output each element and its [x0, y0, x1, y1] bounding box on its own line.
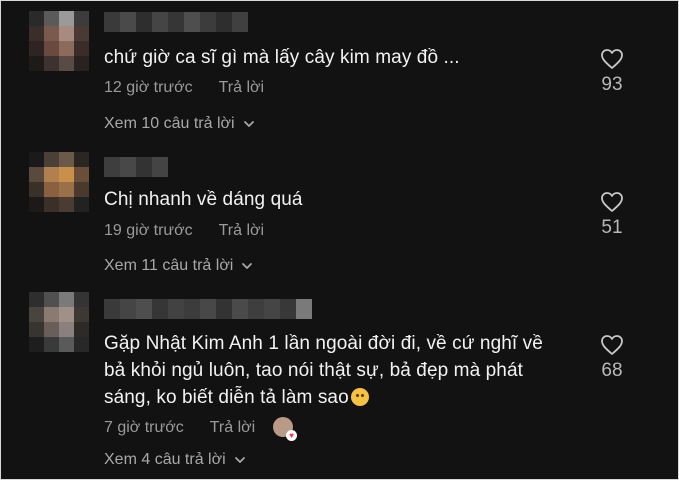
- comment-meta: 7 giờ trước Trả lời ♥: [104, 417, 298, 441]
- comment-meta: 19 giờ trước Trả lời: [104, 222, 264, 240]
- avatar[interactable]: [29, 152, 89, 212]
- view-replies-label: Xem 10 câu trả lời: [104, 115, 235, 132]
- view-replies-button[interactable]: Xem 4 câu trả lời: [104, 451, 246, 469]
- timestamp: 19 giờ trước: [104, 222, 193, 239]
- timestamp: 12 giờ trước: [104, 79, 193, 96]
- username-blurred[interactable]: [104, 12, 248, 32]
- like-count: 93: [601, 74, 623, 95]
- heart-outline-icon: [601, 335, 623, 355]
- reply-button[interactable]: Trả lời: [219, 79, 264, 97]
- like-button[interactable]: 51: [592, 191, 632, 239]
- comment-text: Chị nhanh về dáng quá: [104, 189, 303, 210]
- like-button[interactable]: 93: [592, 48, 632, 96]
- username-blurred[interactable]: [104, 299, 312, 319]
- creator-liked-heart-icon: ♥: [273, 417, 298, 441]
- like-button[interactable]: 68: [592, 334, 632, 382]
- grinning-face-emoji: [350, 388, 369, 406]
- username-blurred[interactable]: [104, 157, 168, 177]
- comment-text: chứ giờ ca sĩ gì mà lấy cây kim may đồ .…: [104, 47, 460, 68]
- comment-text: Gặp Nhật Kim Anh 1 lần ngoài đời đi, về …: [104, 330, 543, 411]
- view-replies-button[interactable]: Xem 11 câu trả lời: [104, 257, 253, 275]
- like-count: 51: [601, 217, 623, 238]
- comment-meta: 12 giờ trước Trả lời: [104, 79, 264, 97]
- view-replies-button[interactable]: Xem 10 câu trả lời: [104, 115, 255, 133]
- avatar[interactable]: [29, 11, 89, 71]
- avatar[interactable]: [29, 292, 89, 352]
- like-count: 68: [601, 360, 623, 381]
- timestamp: 7 giờ trước: [104, 419, 184, 436]
- comment-text-content: Gặp Nhật Kim Anh 1 lần ngoài đời đi, về …: [104, 333, 543, 408]
- chevron-down-icon: [234, 457, 245, 463]
- reply-button[interactable]: Trả lời: [219, 222, 264, 240]
- view-replies-label: Xem 11 câu trả lời: [104, 257, 234, 274]
- view-replies-label: Xem 4 câu trả lời: [104, 451, 226, 468]
- chevron-down-icon: [242, 263, 253, 269]
- chevron-down-icon: [243, 121, 254, 127]
- reply-button[interactable]: Trả lời: [210, 419, 255, 437]
- heart-outline-icon: [601, 192, 623, 212]
- heart-outline-icon: [601, 49, 623, 69]
